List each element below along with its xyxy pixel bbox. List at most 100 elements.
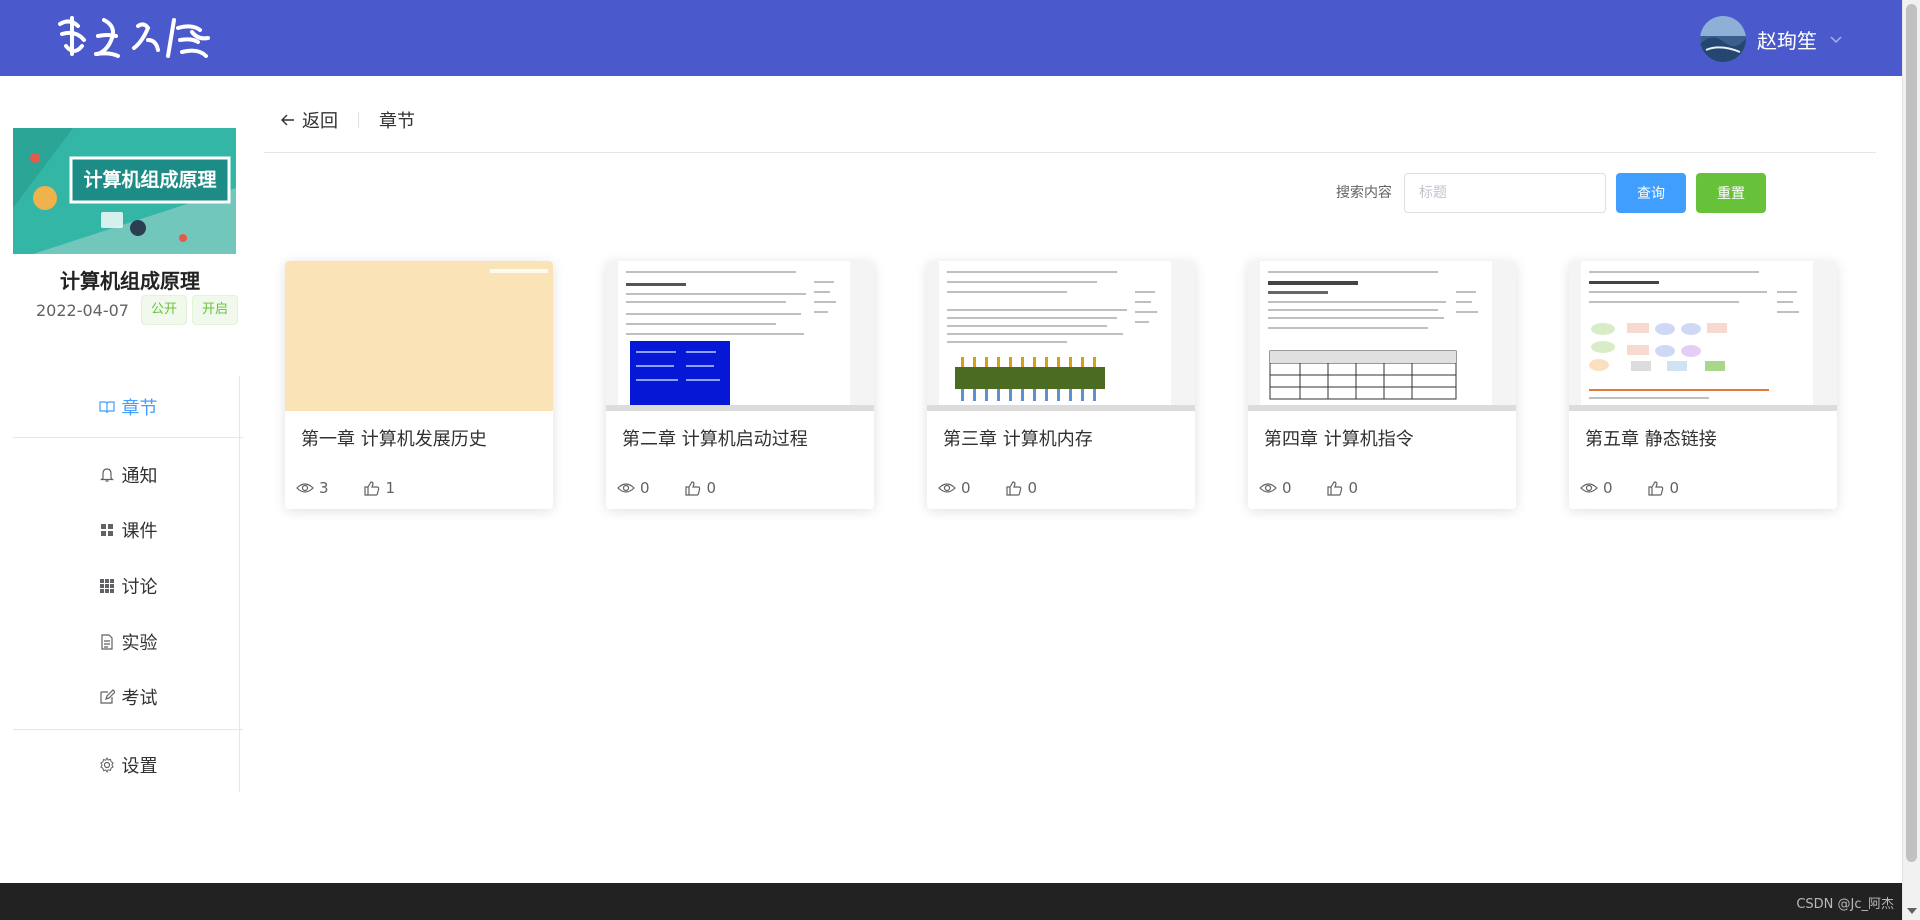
view-count-value: 0 [1282, 479, 1292, 497]
apps-icon [99, 579, 114, 593]
like-count-value: 1 [385, 479, 396, 497]
avatar[interactable] [1700, 16, 1746, 62]
header-divider [264, 152, 1876, 153]
view-count: 0 [617, 479, 650, 497]
user-menu[interactable]: 赵珣笙 [1700, 16, 1843, 62]
gear-icon [99, 757, 114, 773]
chapter-title[interactable]: 第二章 计算机启动过程 [622, 425, 808, 451]
view-count: 3 [296, 479, 329, 497]
chapter-thumbnail [1569, 261, 1837, 411]
menu-label: 实验 [121, 633, 158, 654]
vertical-scrollbar[interactable] [1902, 0, 1920, 920]
menu-item-chapters[interactable]: 章节 [13, 383, 243, 431]
course-title: 计算机组成原理 [60, 269, 200, 293]
chapter-thumbnail [1248, 261, 1516, 411]
chapter-card[interactable]: 第一章 计算机发展历史 3 1 [285, 261, 553, 509]
menu-label: 课件 [121, 521, 158, 542]
chevron-down-icon[interactable] [1829, 34, 1843, 44]
eye-icon [1580, 483, 1598, 493]
like-count[interactable]: 0 [684, 479, 717, 497]
page-title: 章节 [379, 111, 415, 132]
edit-icon [99, 689, 115, 704]
chapter-card[interactable]: 第三章 计算机内存 0 0 [927, 261, 1195, 509]
open-tag: 开启 [192, 295, 239, 325]
menu-label: 章节 [121, 398, 158, 419]
like-count-value: 0 [1669, 479, 1680, 497]
breadcrumb-divider [358, 112, 359, 128]
chapter-title[interactable]: 第三章 计算机内存 [943, 425, 1093, 451]
search-label: 搜索内容 [1336, 185, 1392, 201]
menu-label: 考试 [121, 688, 158, 709]
like-count-value: 0 [1027, 479, 1038, 497]
eye-icon [1259, 483, 1277, 493]
view-count-value: 0 [961, 479, 971, 497]
thumbs-up-icon [1326, 481, 1342, 496]
scrollbar-thumb[interactable] [1906, 4, 1917, 862]
breadcrumb: 返回 章节 [280, 106, 415, 134]
back-label: 返回 [302, 111, 338, 132]
chapter-card[interactable]: 第四章 计算机指令 0 0 [1248, 261, 1516, 509]
menu-item-notice[interactable]: 通知 [13, 451, 243, 499]
thumbs-up-icon [1647, 481, 1663, 496]
menu-label: 设置 [121, 756, 158, 777]
like-count[interactable]: 0 [1005, 479, 1038, 497]
menu-item-exam[interactable]: 考试 [13, 673, 243, 721]
chapter-title[interactable]: 第五章 静态链接 [1585, 425, 1717, 451]
like-count-value: 0 [1348, 479, 1359, 497]
chapter-stats: 0 0 [1580, 479, 1713, 497]
like-count[interactable]: 0 [1326, 479, 1359, 497]
thumbs-up-icon [1005, 481, 1021, 496]
chapter-card[interactable]: 第五章 静态链接 0 0 [1569, 261, 1837, 509]
chapter-thumbnail [285, 261, 553, 411]
view-count-value: 0 [640, 479, 650, 497]
view-count: 0 [1580, 479, 1613, 497]
menu-item-courseware[interactable]: 课件 [13, 506, 243, 554]
thumbs-up-icon [684, 481, 700, 496]
course-meta: 2022-04-07 公开 开启 [36, 295, 243, 325]
menu-separator [13, 729, 243, 730]
thumbs-up-icon [363, 481, 379, 496]
course-date: 2022-04-07 [36, 300, 129, 320]
view-count: 0 [1259, 479, 1292, 497]
eye-icon [617, 483, 635, 493]
chapter-title[interactable]: 第四章 计算机指令 [1264, 425, 1414, 451]
menu-separator [13, 437, 243, 438]
query-button[interactable]: 查询 [1616, 173, 1686, 213]
chapter-stats: 3 1 [296, 479, 429, 497]
bell-icon [99, 468, 114, 482]
like-count-value: 0 [706, 479, 717, 497]
document-icon [100, 634, 113, 650]
like-count[interactable]: 0 [1647, 479, 1680, 497]
menu-label: 讨论 [121, 577, 158, 598]
menu-label: 通知 [121, 466, 158, 487]
view-count-value: 0 [1603, 479, 1613, 497]
page-footer [0, 883, 1902, 920]
book-icon [98, 401, 115, 414]
arrow-left-icon [281, 114, 294, 126]
course-cover-image: 计算机组成原理 [13, 128, 236, 254]
cover-title: 计算机组成原理 [83, 169, 217, 191]
chapter-stats: 0 0 [1259, 479, 1392, 497]
menu-item-settings[interactable]: 设置 [13, 741, 243, 789]
menu-item-lab[interactable]: 实验 [13, 618, 243, 666]
back-button[interactable]: 返回 [280, 107, 338, 133]
search-input[interactable] [1404, 173, 1606, 213]
view-count-value: 3 [319, 479, 329, 497]
view-count: 0 [938, 479, 971, 497]
like-count[interactable]: 1 [363, 479, 396, 497]
chapter-title[interactable]: 第一章 计算机发展历史 [301, 425, 487, 451]
chapter-stats: 0 0 [938, 479, 1071, 497]
top-header: 赵珣笙 [0, 0, 1902, 76]
eye-icon [938, 483, 956, 493]
chapter-stats: 0 0 [617, 479, 750, 497]
site-logo[interactable] [52, 10, 232, 66]
reset-button[interactable]: 重置 [1696, 173, 1766, 213]
eye-icon [296, 483, 314, 493]
username[interactable]: 赵珣笙 [1757, 25, 1817, 54]
chapter-thumbnail [606, 261, 874, 411]
chapter-card[interactable]: 第二章 计算机启动过程 0 0 [606, 261, 874, 509]
watermark: CSDN @Jc_阿杰 [1796, 897, 1894, 912]
scroll-down-arrow[interactable] [1907, 908, 1917, 914]
chapter-thumbnail [927, 261, 1195, 411]
menu-item-discussion[interactable]: 讨论 [13, 562, 243, 610]
